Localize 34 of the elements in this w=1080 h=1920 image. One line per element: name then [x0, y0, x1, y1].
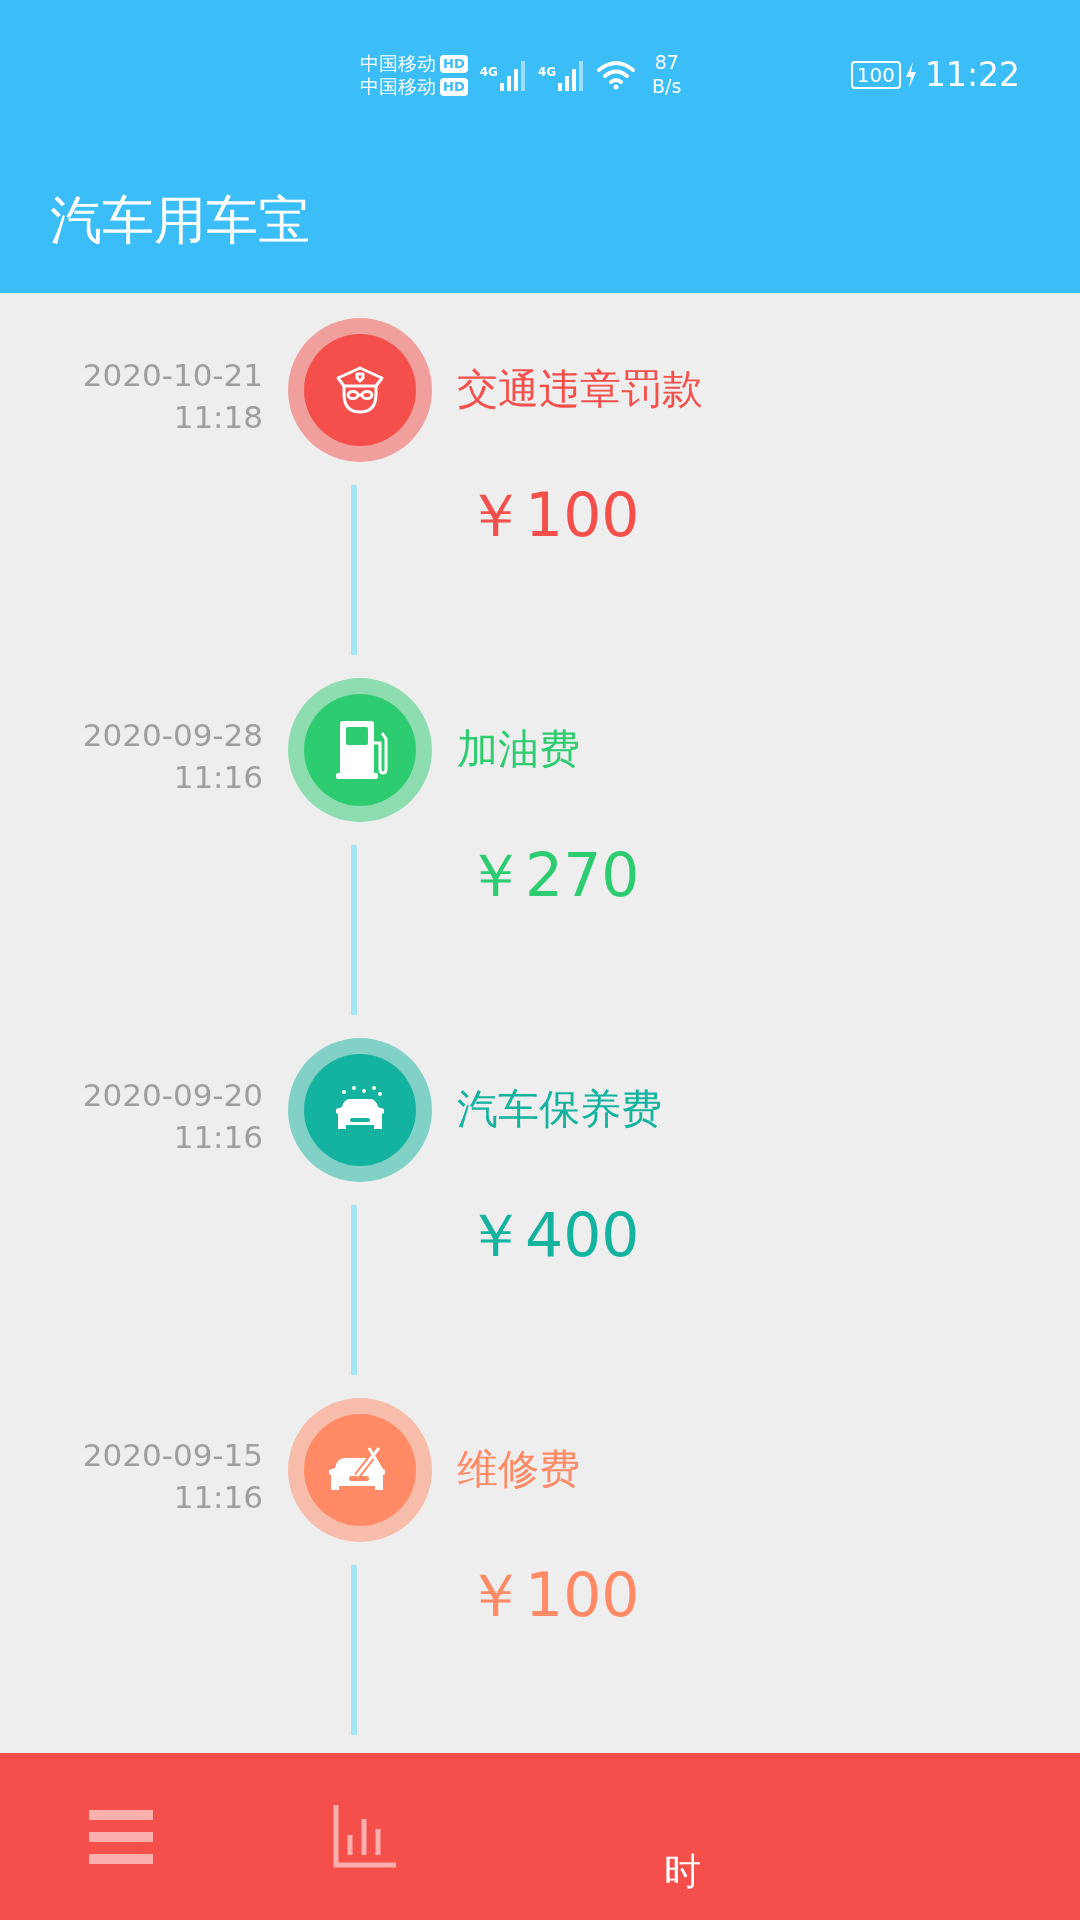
entry-time: 11:16 — [173, 1478, 263, 1517]
clock: 11:22 — [924, 54, 1020, 97]
menu-icon[interactable] — [89, 1809, 153, 1864]
signal-icon — [497, 59, 526, 91]
entry-amount: ￥100 — [465, 1559, 640, 1632]
entry-time: 11:16 — [173, 758, 263, 797]
bar-chart-icon[interactable] — [332, 1804, 396, 1869]
battery-level: 100 — [850, 61, 901, 89]
charging-icon — [904, 62, 917, 88]
speed-value: 87 — [654, 51, 679, 75]
entry-title: 交通违章罚款 — [457, 364, 703, 416]
entry-title: 汽车保养费 — [457, 1084, 662, 1136]
entry-time: 11:16 — [173, 1118, 263, 1157]
hd-badge: HD — [440, 54, 468, 73]
entry-date: 2020-10-21 — [82, 356, 263, 395]
entry-amount: ￥400 — [465, 1199, 640, 1272]
hd-badge: HD — [440, 77, 468, 96]
network-type: 4G — [537, 64, 557, 81]
entry-amount: ￥100 — [465, 479, 640, 552]
app-title: 汽车用车宝 — [50, 188, 310, 252]
speed-unit: B/s — [652, 75, 682, 99]
network-type: 4G — [479, 64, 498, 81]
wifi-icon — [596, 59, 637, 91]
carrier-name: 中国移动 — [360, 54, 436, 73]
carrier-name: 中国移动 — [360, 77, 436, 96]
signal-icon — [556, 59, 585, 91]
entry-title: 维修费 — [457, 1444, 580, 1496]
entry-title: 加油费 — [457, 724, 580, 776]
entry-date: 2020-09-28 — [82, 716, 263, 755]
nav-label[interactable]: 时 — [664, 1843, 701, 1900]
entry-time: 11:18 — [173, 398, 263, 437]
entry-date: 2020-09-20 — [82, 1076, 263, 1115]
entry-amount: ￥270 — [465, 839, 640, 912]
entry-date: 2020-09-15 — [82, 1436, 263, 1475]
